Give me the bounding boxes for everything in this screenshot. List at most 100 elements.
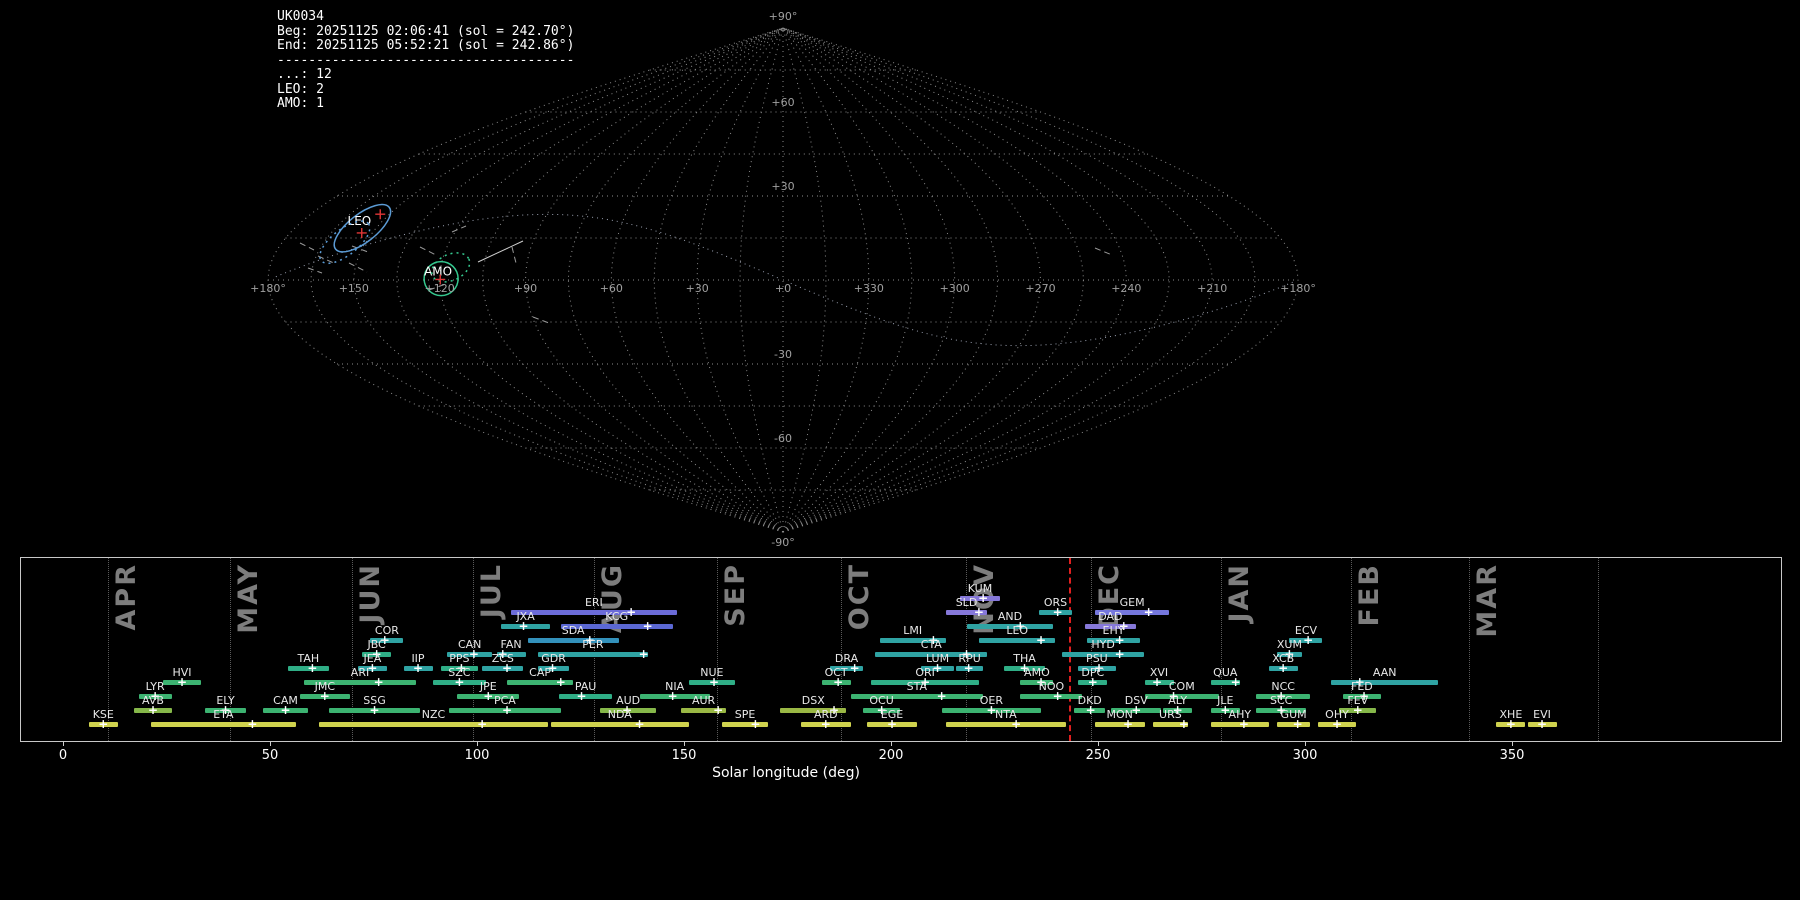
- lon-grid-label: +150: [339, 282, 369, 295]
- x-tick-label: 0: [58, 748, 68, 763]
- shower-label-NDA: NDA: [607, 708, 632, 721]
- shower-label-KCG: KCG: [605, 610, 629, 623]
- shower-label-ERI: ERI: [584, 596, 603, 609]
- lat-grid-label: +90°: [769, 10, 798, 23]
- shower-label-NZC: NZC: [421, 708, 446, 721]
- radiant-map-screen: LEO AMO +180° +150 +120 +90 +60 +30 +0 +330 +300 +2…: [0, 0, 1800, 900]
- shower-bar-NZC: [318, 721, 549, 727]
- shower-peak-marker-DRA: +: [849, 661, 860, 675]
- shower-peak-marker-EVI: +: [1536, 717, 1548, 731]
- shower-peak-marker-FEV: +: [1352, 703, 1363, 717]
- lon-grid-label: +30: [686, 282, 709, 295]
- shower-peak-marker-DPC: +: [1087, 675, 1098, 689]
- shower-peak-marker-KSE: +: [98, 717, 109, 731]
- lat-grid-label: +60: [771, 96, 794, 109]
- shower-peak-marker-AUR: +: [713, 703, 724, 717]
- shower-peak-marker-QUA: +: [1230, 675, 1241, 689]
- shower-peak-marker-NZC: +: [477, 717, 488, 731]
- grid-meridian: [782, 27, 1299, 533]
- info-end-time: End: 20251125 05:52:21 (sol = 242.86°): [277, 38, 575, 53]
- radiant-label-AMO: AMO: [424, 265, 452, 279]
- shower-peak-marker-DKD: +: [1085, 703, 1096, 717]
- shower-peak-marker-XCB: +: [1278, 661, 1289, 675]
- lon-grid-label: +180°: [1280, 282, 1316, 295]
- shower-peak-marker-SLD: +: [973, 605, 984, 619]
- shower-peak-marker-OHY: +: [1331, 717, 1343, 731]
- grid-meridian: [567, 27, 784, 533]
- grid-meridian: [782, 27, 1213, 533]
- shower-peak-marker-XHE: +: [1505, 717, 1516, 731]
- info-count-amo: AMO: 1: [277, 96, 324, 111]
- shower-label-ETA: ETA: [213, 708, 234, 721]
- x-tick-label: 200: [878, 748, 904, 763]
- meteor-trail-segment: [299, 242, 315, 251]
- grid-meridian: [610, 27, 784, 533]
- x-tick: [270, 741, 271, 746]
- grid-meridian: [782, 27, 999, 533]
- shower-label-LEO: LEO: [1006, 624, 1029, 637]
- shower-peak-marker-XVI: +: [1151, 675, 1163, 689]
- shower-peak-marker-ORS: +: [1052, 605, 1063, 619]
- meteor-trail-segment: [317, 255, 337, 265]
- grid-meridian: [782, 27, 1127, 533]
- month-label-jul: JUL: [476, 563, 507, 619]
- shower-bar-NOO: [1020, 693, 1083, 699]
- x-axis-title: Solar longitude (deg): [712, 765, 860, 781]
- x-tick: [891, 741, 892, 746]
- shower-peak-marker-GUM: +: [1292, 717, 1303, 731]
- shower-peak-marker-AHY: +: [1238, 717, 1249, 731]
- x-tick: [684, 741, 685, 746]
- month-label-feb: FEB: [1354, 563, 1386, 627]
- x-tick-label: 50: [261, 748, 279, 763]
- x-tick: [63, 741, 64, 746]
- shower-label-CAP: CAP: [529, 666, 552, 679]
- month-label-oct: OCT: [843, 563, 875, 631]
- x-tick-label: 350: [1499, 748, 1525, 763]
- shower-peak-marker-JXA: +: [518, 619, 529, 633]
- shower-peak-marker-NUE: +: [708, 675, 720, 689]
- lat-grid-label: +30: [771, 180, 794, 193]
- shower-label-HYD: HYD: [1091, 638, 1115, 651]
- shower-peak-marker-ECV: +: [1303, 633, 1314, 647]
- month-label-apr: APR: [110, 563, 142, 631]
- shower-peak-marker-ETA: +: [247, 717, 258, 731]
- month-label-jun: JUN: [354, 563, 386, 624]
- shower-peak-marker-PAU: +: [576, 689, 587, 703]
- shower-label-AAN: AAN: [1372, 666, 1397, 679]
- info-count-sporadic: ...: 12: [277, 67, 332, 82]
- shower-label-CTA: CTA: [920, 638, 942, 651]
- info-station-id: UK0034: [277, 9, 324, 24]
- info-count-leo: LEO: 2: [277, 81, 324, 97]
- shower-label-LMI: LMI: [903, 624, 923, 637]
- current-sol-line: [1068, 558, 1071, 741]
- grid-meridian: [782, 27, 870, 533]
- shower-peak-marker-NOO: +: [1052, 689, 1063, 703]
- shower-bar-ERI: [511, 609, 677, 615]
- shower-peak-marker-ZCS: +: [501, 661, 513, 675]
- shower-bar-SPE: [722, 721, 768, 727]
- lon-grid-label: +300: [940, 282, 970, 295]
- month-label-mar: MAR: [1472, 563, 1504, 638]
- lat-grid-label: -90°: [771, 536, 794, 549]
- month-label-sep: SEP: [719, 563, 751, 627]
- shower-peak-marker-GEM: +: [1143, 605, 1154, 619]
- shower-peak-marker-CAN: +: [468, 647, 479, 661]
- meteor-trail-segment-bright: [477, 240, 524, 263]
- lon-grid-label: +90: [514, 282, 537, 295]
- shower-peak-marker-TAH: +: [307, 661, 318, 675]
- meteor-radiant-marker: [375, 209, 386, 220]
- x-tick: [1305, 741, 1306, 746]
- x-tick-label: 300: [1292, 748, 1318, 763]
- month-label-may: MAY: [233, 563, 264, 634]
- meteor-trail-segment: [307, 267, 323, 274]
- shower-label-SDA: SDA: [561, 624, 585, 637]
- info-begin-time: Beg: 20251125 02:06:41 (sol = 242.70°): [277, 23, 575, 39]
- shower-label-ARI: ARI: [350, 666, 370, 679]
- meteor-trail-segment: [1094, 247, 1113, 256]
- shower-peak-marker-NTA: +: [1011, 717, 1022, 731]
- meteor-trail-segment: [348, 262, 368, 273]
- shower-peak-marker-EGE: +: [886, 717, 898, 731]
- month-boundary-line: [840, 558, 842, 741]
- shower-peak-marker-CAP: +: [555, 675, 566, 689]
- lon-grid-label: +180°: [250, 282, 286, 295]
